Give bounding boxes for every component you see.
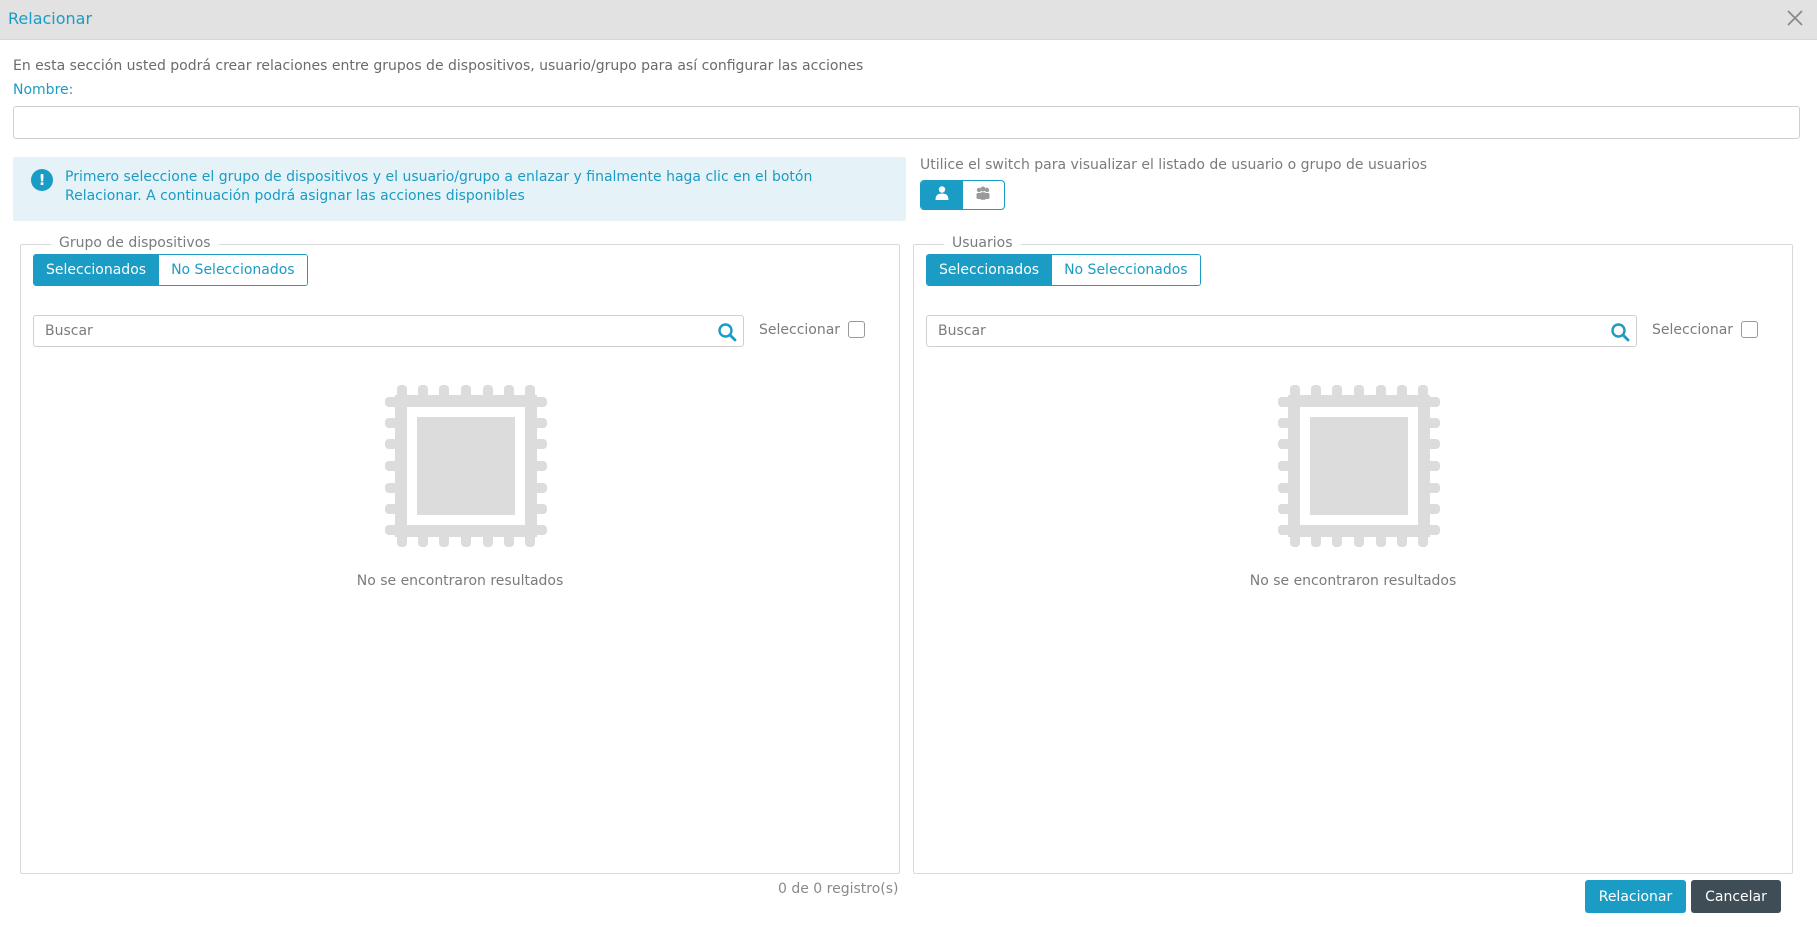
users-legend: Usuarios: [944, 235, 1021, 251]
devices-select-label: Seleccionar: [759, 321, 841, 338]
records-count: 0 de 0 registro(s): [778, 881, 899, 897]
users-select-all: Seleccionar: [1652, 321, 1759, 338]
relate-button[interactable]: Relacionar: [1585, 880, 1686, 913]
exclamation-icon: !: [31, 169, 53, 191]
empty-results-icon: [385, 385, 547, 547]
users-tab-not-selected[interactable]: No Seleccionados: [1051, 255, 1200, 285]
switch-option-group[interactable]: [963, 181, 1005, 209]
user-icon: [934, 185, 950, 205]
users-select-checkbox[interactable]: [1741, 321, 1759, 338]
devices-search: [33, 315, 744, 347]
close-icon[interactable]: [1783, 6, 1807, 30]
devices-legend: Grupo de dispositivos: [51, 235, 219, 251]
info-alert: ! Primero seleccione el grupo de disposi…: [13, 157, 906, 221]
dialog-titlebar: Relacionar: [0, 0, 1817, 40]
users-search-input[interactable]: [927, 316, 1636, 346]
search-icon[interactable]: [717, 322, 737, 342]
users-select-label: Seleccionar: [1652, 321, 1734, 338]
info-message: Primero seleccione el grupo de dispositi…: [65, 169, 813, 204]
devices-empty-text: No se encontraron resultados: [356, 573, 564, 589]
switch-option-user[interactable]: [921, 181, 963, 209]
name-input[interactable]: [13, 106, 1800, 139]
intro-text: En esta sección usted podrá crear relaci…: [13, 58, 864, 74]
dialog-title: Relacionar: [8, 9, 93, 28]
users-group-icon: [974, 185, 992, 205]
devices-panel: Grupo de dispositivos Seleccionados No S…: [20, 235, 900, 874]
devices-search-input[interactable]: [34, 316, 743, 346]
search-icon[interactable]: [1610, 322, 1630, 342]
devices-select-checkbox[interactable]: [848, 321, 866, 338]
empty-results-icon: [1278, 385, 1440, 547]
users-search: [926, 315, 1637, 347]
users-empty-text: No se encontraron resultados: [1249, 573, 1457, 589]
switch-hint: Utilice el switch para visualizar el lis…: [920, 157, 1428, 173]
users-panel: Usuarios Seleccionados No Seleccionados …: [913, 235, 1793, 874]
cancel-button[interactable]: Cancelar: [1691, 880, 1781, 913]
devices-filter-tabs: Seleccionados No Seleccionados: [33, 254, 308, 286]
name-label: Nombre:: [13, 82, 74, 98]
devices-tab-selected[interactable]: Seleccionados: [34, 255, 159, 285]
users-filter-tabs: Seleccionados No Seleccionados: [926, 254, 1201, 286]
devices-select-all: Seleccionar: [759, 321, 866, 338]
users-tab-selected[interactable]: Seleccionados: [927, 255, 1052, 285]
devices-tab-not-selected[interactable]: No Seleccionados: [158, 255, 307, 285]
user-group-switch[interactable]: [920, 180, 1005, 210]
